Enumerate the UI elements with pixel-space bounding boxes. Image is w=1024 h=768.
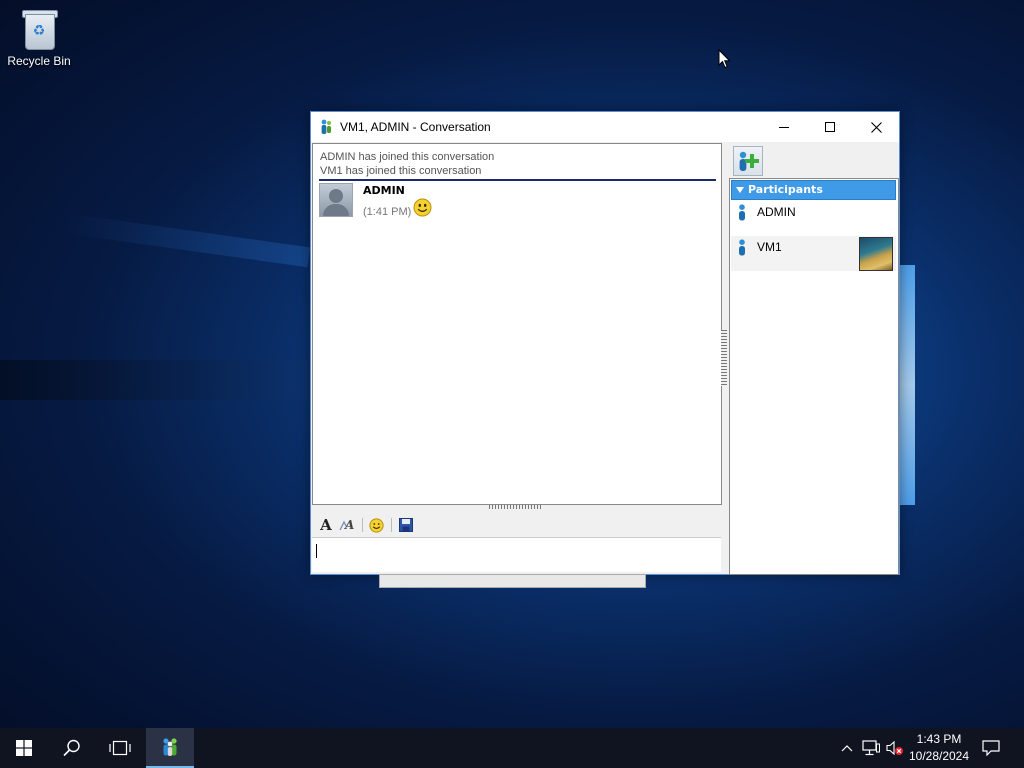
emoticon-button[interactable]: [365, 515, 387, 535]
background-window-edge: [379, 574, 646, 588]
title-bar[interactable]: VM1, ADMIN - Conversation: [311, 112, 899, 142]
font-color-icon: A: [339, 518, 354, 532]
app-icon: [321, 119, 331, 134]
font-icon: A: [320, 516, 332, 534]
participant-item[interactable]: VM1: [731, 236, 896, 271]
taskbar-app-conversation[interactable]: [146, 728, 194, 768]
wallpaper-beam: [59, 212, 311, 268]
show-hidden-icons-button[interactable]: [836, 728, 858, 768]
add-participant-button[interactable]: [733, 146, 763, 176]
network-icon: [862, 740, 880, 756]
participant-picture: [859, 237, 893, 271]
network-button[interactable]: [860, 728, 882, 768]
conversation-window: VM1, ADMIN - Conversation ADMIN has join…: [310, 111, 900, 575]
start-button[interactable]: [0, 728, 48, 768]
windows-meeting-space-icon: [163, 738, 177, 756]
clock[interactable]: 1:43 PM 10/28/2024: [906, 731, 972, 765]
action-center-button[interactable]: [978, 728, 1004, 768]
toolbar-separator: [362, 518, 363, 532]
search-icon: [63, 739, 80, 757]
smiley-emoticon-icon: [413, 198, 432, 217]
volume-button[interactable]: [884, 728, 906, 768]
divider: [319, 179, 716, 181]
participants-pane: Participants ADMIN VM1: [729, 143, 899, 575]
user-icon: [739, 204, 745, 221]
participants-list: Participants ADMIN VM1: [729, 178, 899, 575]
window-title: VM1, ADMIN - Conversation: [340, 120, 491, 134]
clock-date: 10/28/2024: [908, 749, 970, 763]
participant-name: ADMIN: [757, 205, 796, 219]
save-icon: [399, 518, 413, 532]
expand-triangle-icon: [736, 187, 744, 193]
add-participant-icon: [739, 151, 759, 171]
font-color-button[interactable]: A: [337, 515, 359, 535]
message-sender: ADMIN: [363, 184, 405, 197]
recycle-bin-icon: ♻: [19, 6, 59, 50]
toolbar-separator: [391, 518, 392, 532]
system-message: ADMIN has joined this conversation: [320, 151, 495, 163]
message-input[interactable]: [312, 537, 721, 572]
vertical-splitter-handle[interactable]: [721, 330, 727, 386]
save-button[interactable]: [395, 515, 417, 535]
close-button[interactable]: [853, 112, 899, 142]
start-icon: [16, 740, 32, 756]
format-toolbar: A A: [312, 513, 722, 537]
notification-icon: [982, 740, 1000, 756]
wallpaper-beam: [0, 360, 320, 400]
mouse-cursor-icon: [718, 49, 731, 69]
close-icon: [870, 121, 882, 133]
taskbar: 1:43 PM 10/28/2024: [0, 728, 1024, 768]
font-button[interactable]: A: [315, 515, 337, 535]
maximize-icon: [825, 122, 835, 132]
search-button[interactable]: [48, 728, 96, 768]
maximize-button[interactable]: [807, 112, 853, 142]
emoticon-icon: [368, 517, 384, 533]
message-time: (1:41 PM): [363, 206, 412, 218]
clock-time: 1:43 PM: [916, 732, 962, 746]
desktop-icon-label: Recycle Bin: [7, 54, 71, 68]
task-view-icon: [109, 740, 131, 756]
participants-group-header[interactable]: Participants: [731, 180, 896, 200]
user-icon: [739, 239, 745, 256]
desktop-icon-recycle-bin[interactable]: ♻ Recycle Bin: [4, 6, 74, 68]
chevron-up-icon: [841, 745, 853, 752]
participant-name: VM1: [757, 240, 782, 254]
system-message: VM1 has joined this conversation: [320, 165, 482, 177]
horizontal-splitter-handle[interactable]: [489, 505, 543, 509]
task-view-button[interactable]: [96, 728, 144, 768]
system-messages: ADMIN has joined this conversation VM1 h…: [320, 150, 494, 178]
avatar: [319, 183, 353, 217]
participants-header-label: Participants: [748, 183, 823, 196]
volume-muted-icon: [886, 740, 903, 756]
conversation-history[interactable]: ADMIN has joined this conversation VM1 h…: [312, 143, 722, 505]
participant-item[interactable]: ADMIN: [731, 201, 896, 233]
text-caret: [316, 543, 317, 558]
minimize-button[interactable]: [761, 112, 807, 142]
minimize-icon: [779, 127, 789, 128]
